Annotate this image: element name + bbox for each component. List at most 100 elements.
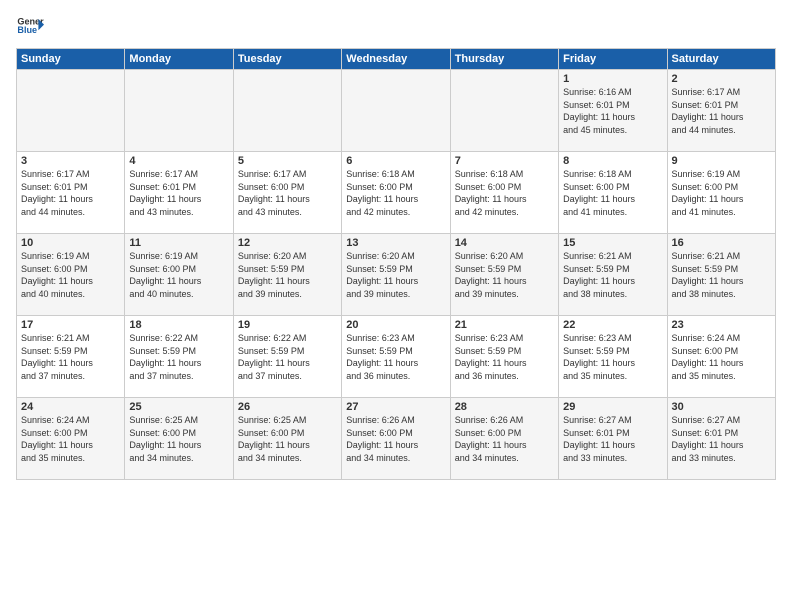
- day-info: Sunrise: 6:23 AM Sunset: 5:59 PM Dayligh…: [563, 332, 662, 382]
- day-info: Sunrise: 6:22 AM Sunset: 5:59 PM Dayligh…: [129, 332, 228, 382]
- calendar-cell: 20Sunrise: 6:23 AM Sunset: 5:59 PM Dayli…: [342, 316, 450, 398]
- day-number: 21: [455, 319, 554, 331]
- day-info: Sunrise: 6:21 AM Sunset: 5:59 PM Dayligh…: [672, 250, 771, 300]
- day-number: 16: [672, 237, 771, 249]
- day-info: Sunrise: 6:20 AM Sunset: 5:59 PM Dayligh…: [346, 250, 445, 300]
- day-number: 3: [21, 155, 120, 167]
- calendar-cell: 21Sunrise: 6:23 AM Sunset: 5:59 PM Dayli…: [450, 316, 558, 398]
- weekday-header-saturday: Saturday: [667, 49, 775, 70]
- day-number: 5: [238, 155, 337, 167]
- calendar-cell: 11Sunrise: 6:19 AM Sunset: 6:00 PM Dayli…: [125, 234, 233, 316]
- day-number: 9: [672, 155, 771, 167]
- day-info: Sunrise: 6:26 AM Sunset: 6:00 PM Dayligh…: [455, 414, 554, 464]
- calendar-cell: 2Sunrise: 6:17 AM Sunset: 6:01 PM Daylig…: [667, 70, 775, 152]
- day-info: Sunrise: 6:24 AM Sunset: 6:00 PM Dayligh…: [672, 332, 771, 382]
- day-number: 14: [455, 237, 554, 249]
- calendar-week-3: 10Sunrise: 6:19 AM Sunset: 6:00 PM Dayli…: [17, 234, 776, 316]
- day-info: Sunrise: 6:20 AM Sunset: 5:59 PM Dayligh…: [455, 250, 554, 300]
- day-number: 23: [672, 319, 771, 331]
- day-info: Sunrise: 6:23 AM Sunset: 5:59 PM Dayligh…: [346, 332, 445, 382]
- day-number: 24: [21, 401, 120, 413]
- day-info: Sunrise: 6:22 AM Sunset: 5:59 PM Dayligh…: [238, 332, 337, 382]
- calendar-cell: 13Sunrise: 6:20 AM Sunset: 5:59 PM Dayli…: [342, 234, 450, 316]
- day-info: Sunrise: 6:27 AM Sunset: 6:01 PM Dayligh…: [672, 414, 771, 464]
- weekday-header-friday: Friday: [559, 49, 667, 70]
- calendar-week-4: 17Sunrise: 6:21 AM Sunset: 5:59 PM Dayli…: [17, 316, 776, 398]
- day-number: 19: [238, 319, 337, 331]
- calendar-cell: 9Sunrise: 6:19 AM Sunset: 6:00 PM Daylig…: [667, 152, 775, 234]
- day-info: Sunrise: 6:17 AM Sunset: 6:01 PM Dayligh…: [672, 86, 771, 136]
- day-number: 6: [346, 155, 445, 167]
- calendar-cell: 24Sunrise: 6:24 AM Sunset: 6:00 PM Dayli…: [17, 398, 125, 480]
- day-number: 26: [238, 401, 337, 413]
- calendar-cell: 14Sunrise: 6:20 AM Sunset: 5:59 PM Dayli…: [450, 234, 558, 316]
- calendar-cell: 1Sunrise: 6:16 AM Sunset: 6:01 PM Daylig…: [559, 70, 667, 152]
- day-number: 30: [672, 401, 771, 413]
- calendar-body: 1Sunrise: 6:16 AM Sunset: 6:01 PM Daylig…: [17, 70, 776, 480]
- calendar-cell: 22Sunrise: 6:23 AM Sunset: 5:59 PM Dayli…: [559, 316, 667, 398]
- day-info: Sunrise: 6:16 AM Sunset: 6:01 PM Dayligh…: [563, 86, 662, 136]
- weekday-header-wednesday: Wednesday: [342, 49, 450, 70]
- calendar-cell: 6Sunrise: 6:18 AM Sunset: 6:00 PM Daylig…: [342, 152, 450, 234]
- calendar-cell: 27Sunrise: 6:26 AM Sunset: 6:00 PM Dayli…: [342, 398, 450, 480]
- day-number: 27: [346, 401, 445, 413]
- calendar-cell: 30Sunrise: 6:27 AM Sunset: 6:01 PM Dayli…: [667, 398, 775, 480]
- calendar-cell: 15Sunrise: 6:21 AM Sunset: 5:59 PM Dayli…: [559, 234, 667, 316]
- calendar-cell: 4Sunrise: 6:17 AM Sunset: 6:01 PM Daylig…: [125, 152, 233, 234]
- calendar-cell: [125, 70, 233, 152]
- day-info: Sunrise: 6:20 AM Sunset: 5:59 PM Dayligh…: [238, 250, 337, 300]
- day-info: Sunrise: 6:19 AM Sunset: 6:00 PM Dayligh…: [129, 250, 228, 300]
- day-info: Sunrise: 6:25 AM Sunset: 6:00 PM Dayligh…: [129, 414, 228, 464]
- day-info: Sunrise: 6:19 AM Sunset: 6:00 PM Dayligh…: [672, 168, 771, 218]
- day-info: Sunrise: 6:23 AM Sunset: 5:59 PM Dayligh…: [455, 332, 554, 382]
- logo-icon: General Blue: [16, 12, 44, 40]
- day-number: 15: [563, 237, 662, 249]
- calendar-cell: 16Sunrise: 6:21 AM Sunset: 5:59 PM Dayli…: [667, 234, 775, 316]
- calendar-cell: 26Sunrise: 6:25 AM Sunset: 6:00 PM Dayli…: [233, 398, 341, 480]
- day-info: Sunrise: 6:25 AM Sunset: 6:00 PM Dayligh…: [238, 414, 337, 464]
- calendar-cell: 17Sunrise: 6:21 AM Sunset: 5:59 PM Dayli…: [17, 316, 125, 398]
- svg-text:Blue: Blue: [17, 25, 37, 35]
- calendar-cell: 19Sunrise: 6:22 AM Sunset: 5:59 PM Dayli…: [233, 316, 341, 398]
- day-number: 4: [129, 155, 228, 167]
- day-number: 12: [238, 237, 337, 249]
- day-info: Sunrise: 6:18 AM Sunset: 6:00 PM Dayligh…: [346, 168, 445, 218]
- calendar-cell: [342, 70, 450, 152]
- day-info: Sunrise: 6:17 AM Sunset: 6:00 PM Dayligh…: [238, 168, 337, 218]
- calendar-header-row: SundayMondayTuesdayWednesdayThursdayFrid…: [17, 49, 776, 70]
- calendar-cell: 10Sunrise: 6:19 AM Sunset: 6:00 PM Dayli…: [17, 234, 125, 316]
- calendar-cell: 29Sunrise: 6:27 AM Sunset: 6:01 PM Dayli…: [559, 398, 667, 480]
- weekday-header-monday: Monday: [125, 49, 233, 70]
- day-info: Sunrise: 6:26 AM Sunset: 6:00 PM Dayligh…: [346, 414, 445, 464]
- calendar-cell: [450, 70, 558, 152]
- day-number: 8: [563, 155, 662, 167]
- day-info: Sunrise: 6:17 AM Sunset: 6:01 PM Dayligh…: [21, 168, 120, 218]
- calendar-cell: [17, 70, 125, 152]
- day-info: Sunrise: 6:24 AM Sunset: 6:00 PM Dayligh…: [21, 414, 120, 464]
- calendar-week-1: 1Sunrise: 6:16 AM Sunset: 6:01 PM Daylig…: [17, 70, 776, 152]
- day-info: Sunrise: 6:18 AM Sunset: 6:00 PM Dayligh…: [563, 168, 662, 218]
- day-number: 2: [672, 73, 771, 85]
- day-number: 22: [563, 319, 662, 331]
- day-number: 20: [346, 319, 445, 331]
- calendar-cell: 28Sunrise: 6:26 AM Sunset: 6:00 PM Dayli…: [450, 398, 558, 480]
- calendar-cell: 25Sunrise: 6:25 AM Sunset: 6:00 PM Dayli…: [125, 398, 233, 480]
- calendar-cell: [233, 70, 341, 152]
- logo: General Blue: [16, 12, 44, 40]
- day-info: Sunrise: 6:19 AM Sunset: 6:00 PM Dayligh…: [21, 250, 120, 300]
- day-info: Sunrise: 6:27 AM Sunset: 6:01 PM Dayligh…: [563, 414, 662, 464]
- day-number: 17: [21, 319, 120, 331]
- weekday-header-thursday: Thursday: [450, 49, 558, 70]
- calendar-week-2: 3Sunrise: 6:17 AM Sunset: 6:01 PM Daylig…: [17, 152, 776, 234]
- weekday-header-tuesday: Tuesday: [233, 49, 341, 70]
- calendar-cell: 8Sunrise: 6:18 AM Sunset: 6:00 PM Daylig…: [559, 152, 667, 234]
- calendar-cell: 7Sunrise: 6:18 AM Sunset: 6:00 PM Daylig…: [450, 152, 558, 234]
- day-number: 29: [563, 401, 662, 413]
- calendar-cell: 3Sunrise: 6:17 AM Sunset: 6:01 PM Daylig…: [17, 152, 125, 234]
- calendar-table: SundayMondayTuesdayWednesdayThursdayFrid…: [16, 48, 776, 480]
- day-number: 28: [455, 401, 554, 413]
- day-info: Sunrise: 6:18 AM Sunset: 6:00 PM Dayligh…: [455, 168, 554, 218]
- day-number: 1: [563, 73, 662, 85]
- calendar-week-5: 24Sunrise: 6:24 AM Sunset: 6:00 PM Dayli…: [17, 398, 776, 480]
- day-number: 11: [129, 237, 228, 249]
